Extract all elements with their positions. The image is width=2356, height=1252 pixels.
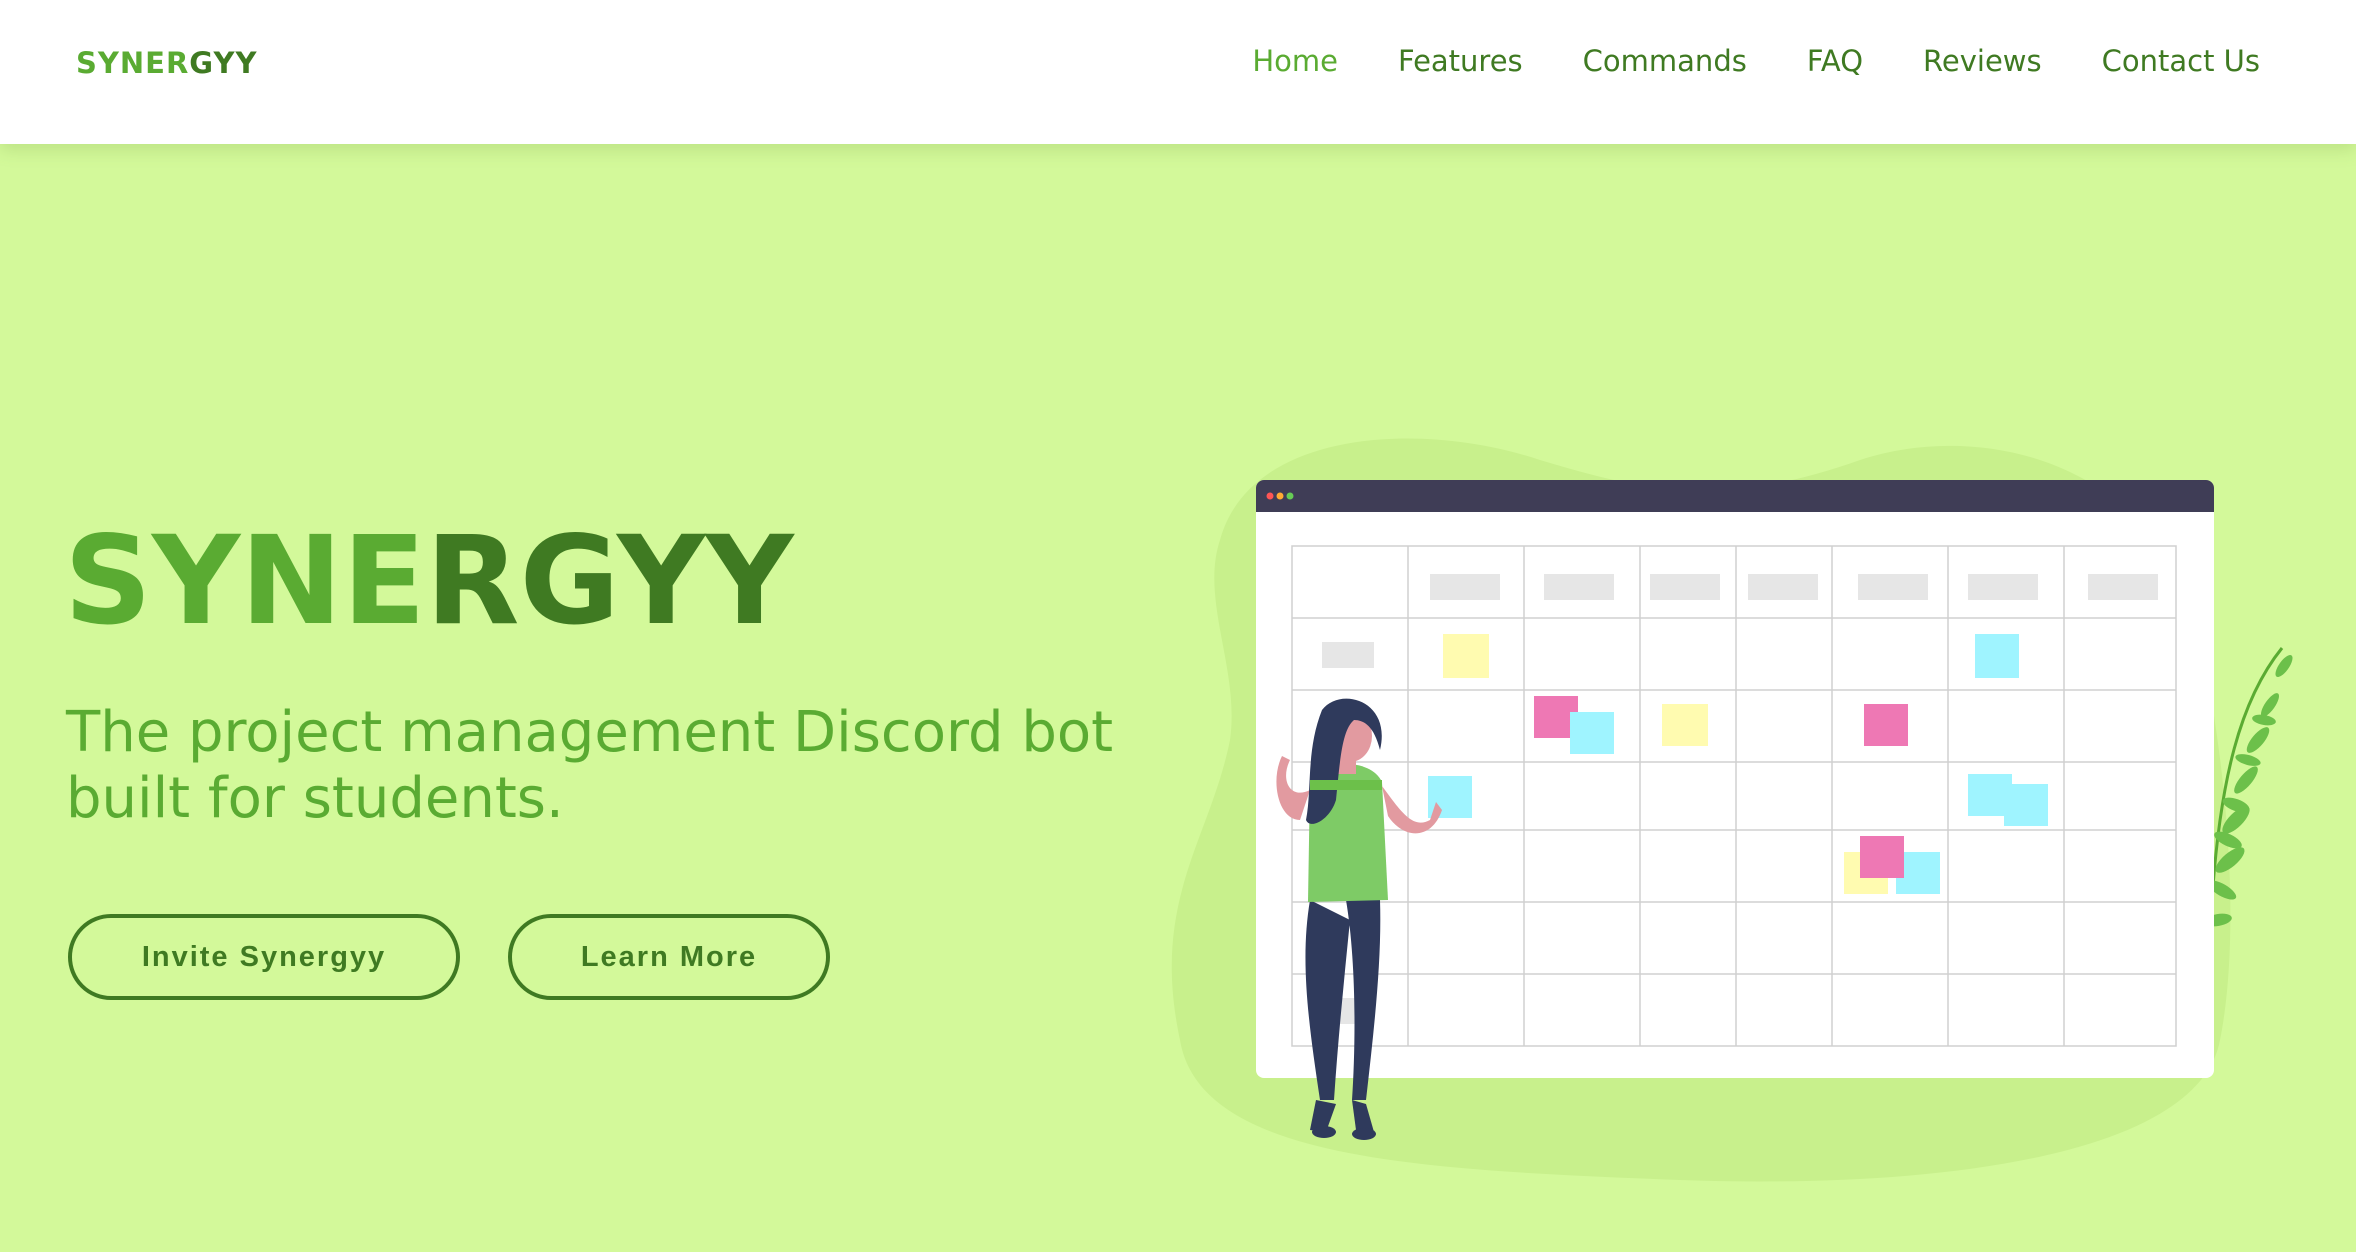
nav-commands[interactable]: Commands [1583,44,1747,78]
window-close-dot [1266,492,1274,500]
logo[interactable]: SYNERGYY [76,46,257,80]
hero-title: SYNERGYY [64,520,794,642]
browser-window [1256,480,2214,1078]
window-maximize-dot [1286,492,1294,500]
hero-title-part-1: SYNE [64,510,426,652]
nav-faq[interactable]: FAQ [1807,44,1863,78]
hero-title-part-2: RGYY [425,510,794,652]
browser-titlebar [1256,480,2214,512]
learn-more-button[interactable]: Learn More [508,914,830,1000]
calendar-illustration [1171,438,2293,1182]
nav-reviews[interactable]: Reviews [1923,44,2042,78]
nav-features[interactable]: Features [1398,44,1523,78]
invite-button[interactable]: Invite Synergyy [68,914,460,1000]
nav-contact-us[interactable]: Contact Us [2102,44,2260,78]
nav-links: Home Features Commands FAQ Reviews Conta… [1252,44,2260,78]
window-minimize-dot [1276,492,1284,500]
logo-part-1: SYNER [76,46,190,80]
nav-home[interactable]: Home [1252,44,1338,78]
logo-part-2: GYY [189,46,258,80]
hero-subtitle: The project management Discord bot built… [66,700,1114,831]
navbar: SYNERGYY Home Features Commands FAQ Revi… [0,0,2356,144]
